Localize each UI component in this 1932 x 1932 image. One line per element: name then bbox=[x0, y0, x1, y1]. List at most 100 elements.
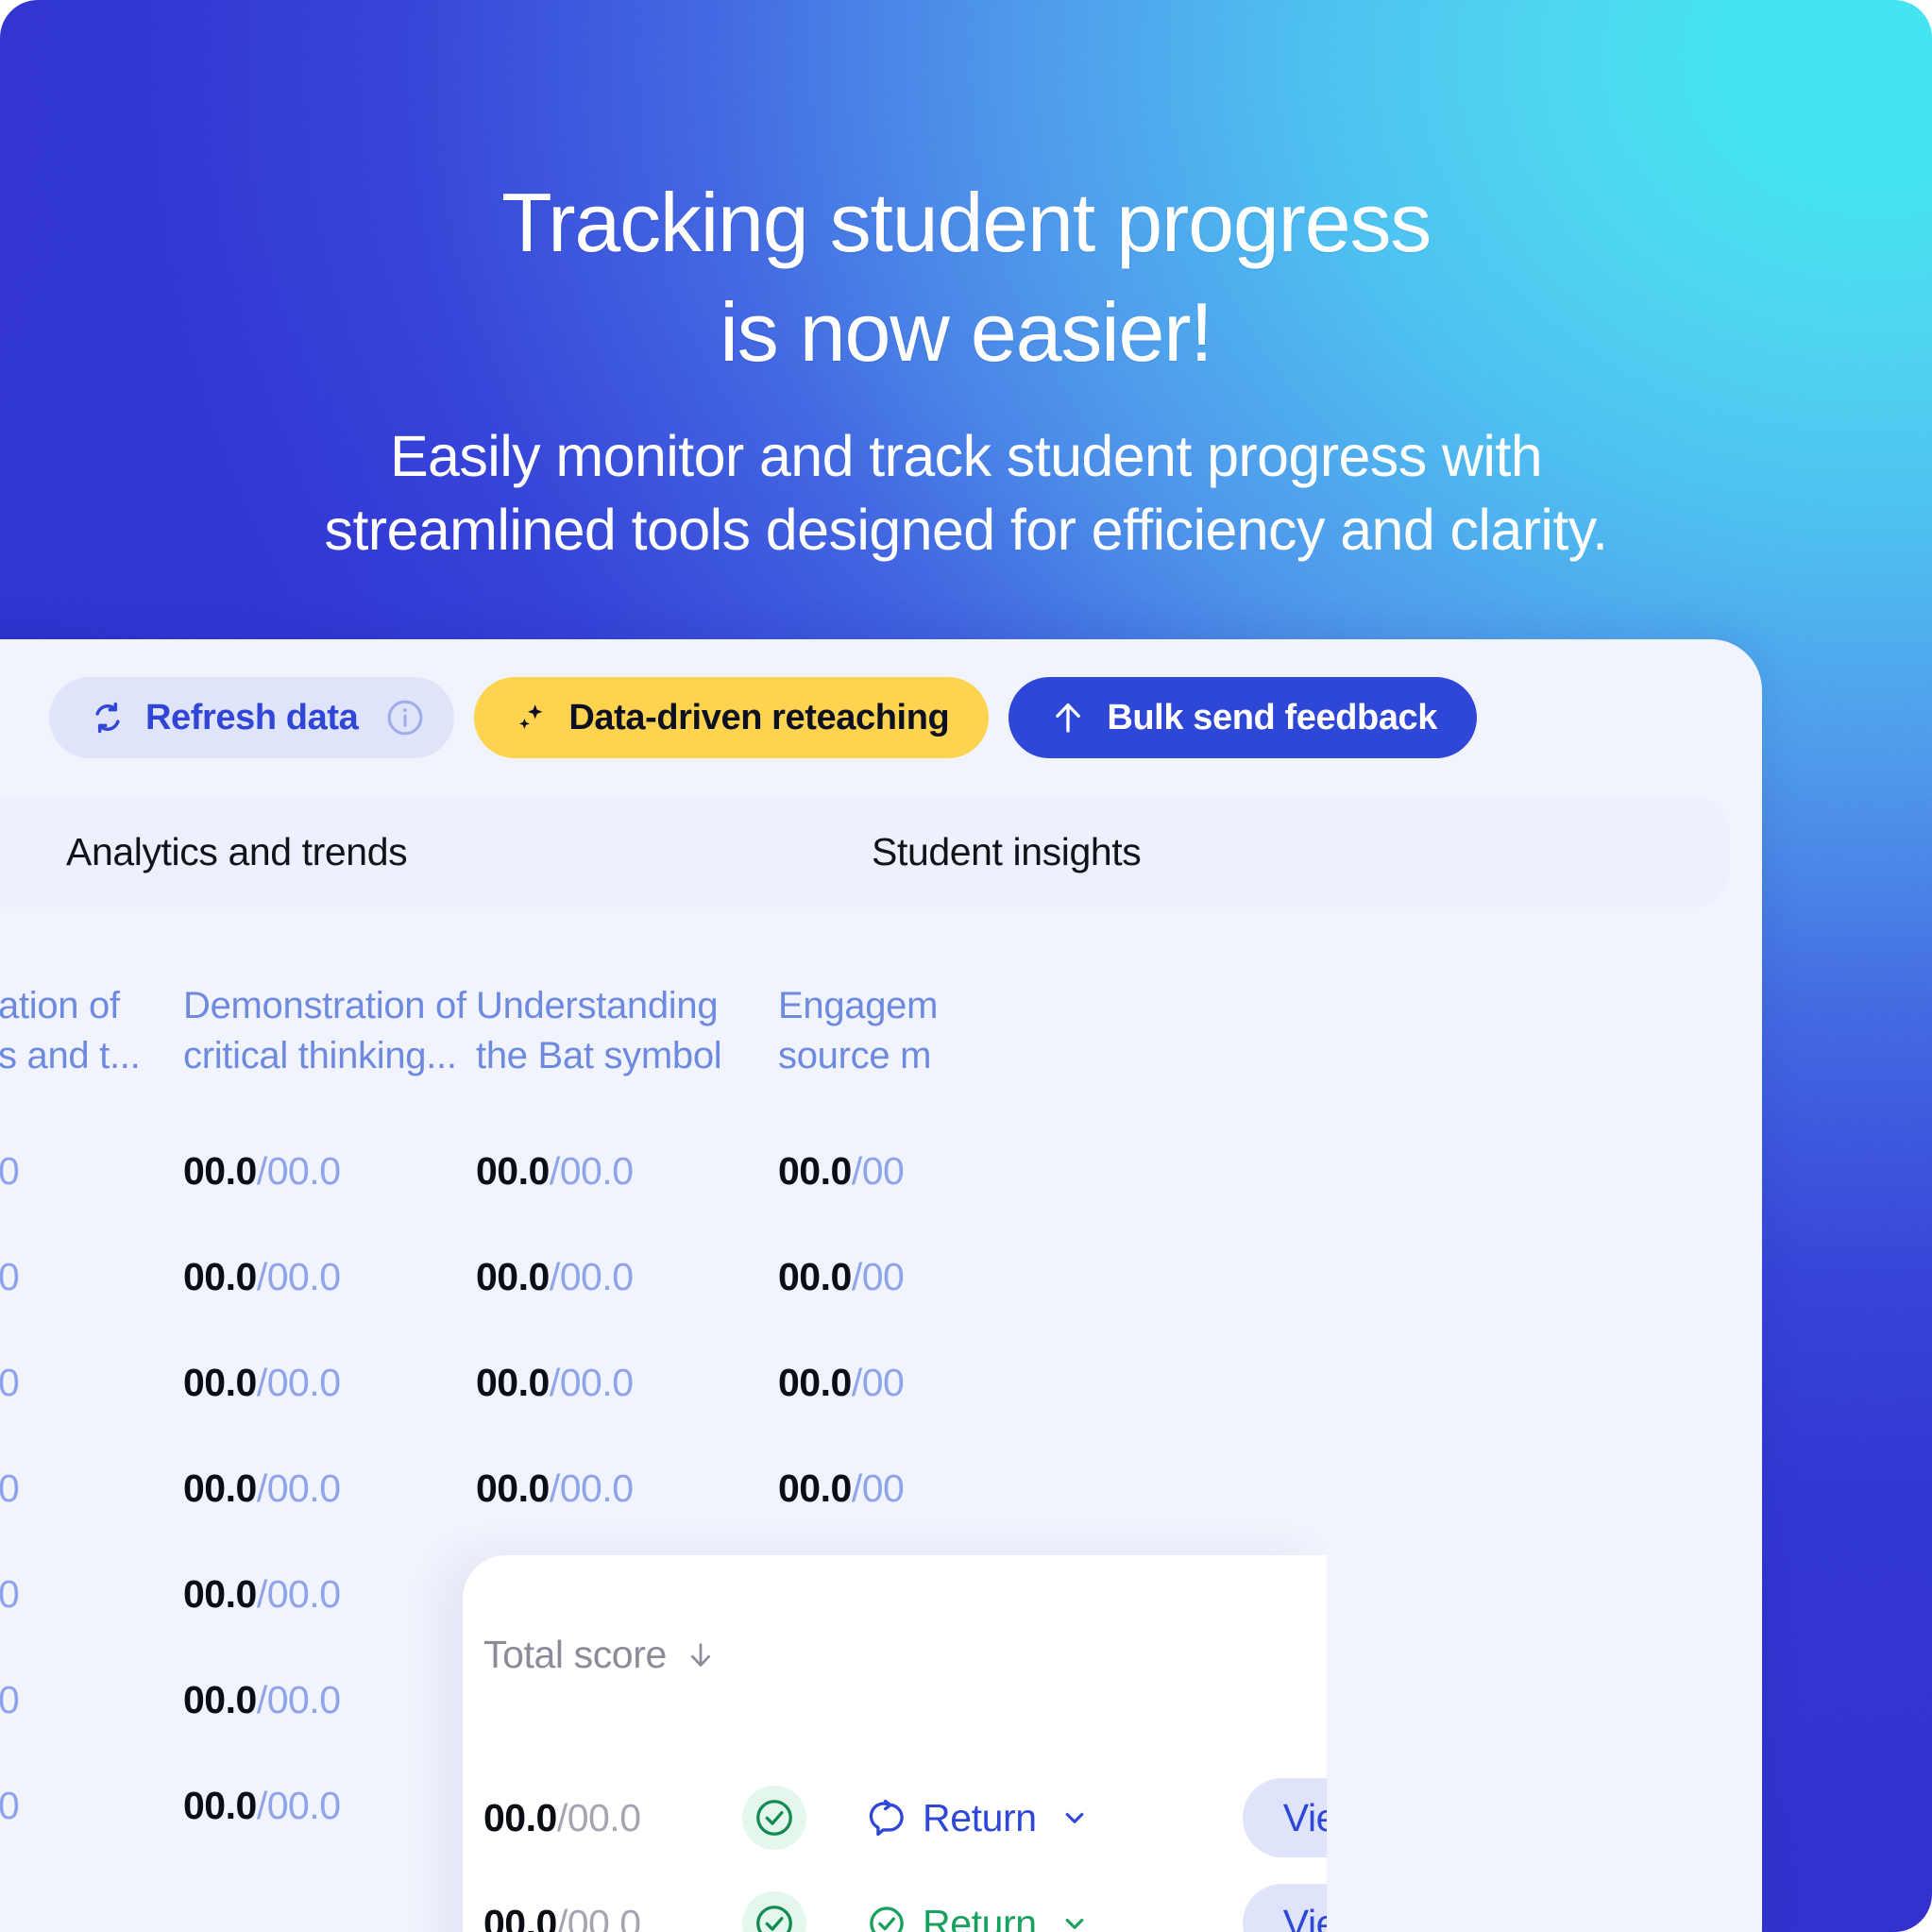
arrow-down-icon bbox=[684, 1638, 718, 1672]
column-header-understanding-bat-symbol[interactable]: Understanding the Bat symbol bbox=[476, 981, 722, 1081]
score-numerator: 00.0 bbox=[476, 1361, 550, 1404]
score-cell: 00.0/00 bbox=[778, 1149, 905, 1194]
score-numerator: 00.0 bbox=[183, 1784, 257, 1827]
total-score-cell: 00.0/00.0 bbox=[483, 1796, 641, 1840]
arrow-up-icon bbox=[1048, 698, 1088, 737]
score-numerator: 00.0 bbox=[183, 1678, 257, 1721]
score-denominator: /00.0 bbox=[256, 1149, 341, 1193]
column-header-line-1: Engagem bbox=[778, 985, 939, 1026]
table-row[interactable]: 000.0/00.000.0/00.000.0/00 bbox=[0, 1128, 1730, 1234]
hero-title: Tracking student progress is now easier! bbox=[0, 168, 1932, 387]
total-score-denominator: /00.0 bbox=[556, 1795, 641, 1839]
hero-subtitle-line-2: streamlined tools designed for efficienc… bbox=[324, 498, 1609, 562]
return-dropdown[interactable]: Return bbox=[867, 1902, 1091, 1932]
hero-title-line-2: is now easier! bbox=[720, 285, 1212, 379]
score-denominator: /00 bbox=[851, 1466, 905, 1510]
check-circle-icon bbox=[867, 1904, 907, 1932]
total-score-numerator: 00.0 bbox=[483, 1795, 557, 1839]
refresh-data-button[interactable]: Refresh data bbox=[48, 677, 455, 758]
tab-analytics-and-trends[interactable]: Analytics and trends bbox=[66, 830, 408, 874]
score-denominator: 0 bbox=[0, 1572, 20, 1616]
score-numerator: 00.0 bbox=[183, 1149, 257, 1193]
hero-title-line-1: Tracking student progress bbox=[500, 176, 1432, 269]
info-icon[interactable] bbox=[384, 697, 426, 738]
score-cell: 0 bbox=[0, 1678, 20, 1722]
column-header-line-1: ation of bbox=[0, 985, 120, 1026]
score-cell: 00.0/00.0 bbox=[183, 1572, 341, 1617]
column-header-line-2: critical thinking... bbox=[183, 1035, 457, 1076]
table-row[interactable]: 000.0/00.000.0/00.000.0/00 bbox=[0, 1446, 1730, 1551]
hero-subtitle-line-1: Easily monitor and track student progres… bbox=[389, 424, 1543, 488]
score-numerator: 00.0 bbox=[183, 1466, 257, 1510]
chevron-down-icon bbox=[1059, 1907, 1091, 1932]
total-score-denominator: /00.0 bbox=[556, 1901, 641, 1932]
insights-row[interactable]: 00.0/00.0 Return View bbox=[463, 1765, 1327, 1871]
score-numerator: 00.0 bbox=[183, 1255, 257, 1298]
score-denominator: /00.0 bbox=[256, 1784, 341, 1827]
table-row[interactable]: 000.0/00.000.0/00.000.0/00 bbox=[0, 1340, 1730, 1446]
insights-row[interactable]: 00.0/00.0 Return View bbox=[463, 1871, 1327, 1932]
total-score-column-header[interactable]: Total score bbox=[483, 1633, 718, 1677]
score-denominator: /00 bbox=[851, 1361, 905, 1404]
score-denominator: /00 bbox=[851, 1255, 905, 1298]
column-header-engagement-source-material[interactable]: Engagem source m bbox=[778, 981, 938, 1081]
score-cell: 00.0/00.0 bbox=[183, 1361, 341, 1405]
table-row[interactable]: 000.0/00.000.0/00.000.0/00 bbox=[0, 1234, 1730, 1340]
return-label: Return bbox=[923, 1901, 1037, 1932]
bulk-send-feedback-label: Bulk send feedback bbox=[1107, 697, 1438, 737]
score-denominator: /00.0 bbox=[256, 1678, 341, 1721]
score-denominator: 0 bbox=[0, 1678, 20, 1721]
score-denominator: /00 bbox=[851, 1149, 905, 1193]
score-denominator: /00.0 bbox=[256, 1466, 341, 1510]
score-numerator: 00.0 bbox=[778, 1361, 852, 1404]
score-denominator: 0 bbox=[0, 1149, 20, 1193]
toolbar: Refresh data Data-driven reteaching Bulk… bbox=[0, 677, 1762, 758]
column-header-demonstration-critical-thinking[interactable]: Demonstration of critical thinking... bbox=[183, 981, 466, 1081]
score-numerator: 00.0 bbox=[476, 1255, 550, 1298]
score-cell: 00.0/00.0 bbox=[476, 1149, 634, 1194]
panel-right-gutter bbox=[1327, 1555, 1356, 1932]
score-denominator: 0 bbox=[0, 1255, 20, 1298]
chevron-down-icon bbox=[1059, 1802, 1091, 1834]
score-denominator: /00.0 bbox=[549, 1466, 634, 1510]
score-denominator: /00.0 bbox=[256, 1255, 341, 1298]
score-cell: 0 bbox=[0, 1361, 20, 1405]
score-denominator: 0 bbox=[0, 1361, 20, 1404]
total-score-label: Total score bbox=[483, 1633, 667, 1676]
refresh-data-label: Refresh data bbox=[144, 697, 359, 737]
view-button[interactable]: View bbox=[1243, 1778, 1327, 1857]
score-numerator: 00.0 bbox=[476, 1149, 550, 1193]
score-numerator: 00.0 bbox=[183, 1361, 257, 1404]
score-cell: 00.0/00.0 bbox=[183, 1149, 341, 1194]
score-denominator: /00.0 bbox=[549, 1255, 634, 1298]
column-header-line-1: Understanding bbox=[476, 985, 719, 1026]
return-dropdown[interactable]: Return bbox=[867, 1796, 1091, 1840]
student-insights-panel: Total score 00.0/00.0ReturnView00.0/00.0… bbox=[463, 1555, 1327, 1932]
bulk-send-feedback-button[interactable]: Bulk send feedback bbox=[1008, 677, 1478, 758]
data-driven-reteaching-button[interactable]: Data-driven reteaching bbox=[474, 677, 990, 758]
score-numerator: 00.0 bbox=[778, 1255, 852, 1298]
score-denominator: /00.0 bbox=[549, 1361, 634, 1404]
tab-student-insights[interactable]: Student insights bbox=[872, 830, 1142, 874]
data-driven-reteaching-label: Data-driven reteaching bbox=[568, 697, 950, 737]
score-numerator: 00.0 bbox=[183, 1572, 257, 1616]
screenshot-root: Tracking student progress is now easier!… bbox=[0, 0, 1932, 1932]
sparkle-icon bbox=[514, 700, 550, 736]
score-denominator: /00.0 bbox=[256, 1361, 341, 1404]
score-cell: 0 bbox=[0, 1149, 20, 1194]
total-score-cell: 00.0/00.0 bbox=[483, 1902, 641, 1932]
refresh-icon bbox=[89, 699, 127, 737]
column-header-line-2: source m bbox=[778, 1035, 932, 1076]
score-cell: 0 bbox=[0, 1466, 20, 1511]
score-cell: 00.0/00 bbox=[778, 1255, 905, 1299]
score-denominator: 0 bbox=[0, 1784, 20, 1827]
score-cell: 00.0/00.0 bbox=[476, 1466, 634, 1511]
score-numerator: 00.0 bbox=[476, 1466, 550, 1510]
column-header-participation[interactable]: ation of s and t... bbox=[0, 981, 141, 1081]
score-cell: 00.0/00.0 bbox=[183, 1678, 341, 1722]
column-header-line-1: Demonstration of bbox=[183, 985, 466, 1026]
score-denominator: /00.0 bbox=[256, 1572, 341, 1616]
view-button[interactable]: View bbox=[1243, 1884, 1327, 1932]
score-numerator: 00.0 bbox=[778, 1149, 852, 1193]
score-denominator: 0 bbox=[0, 1466, 20, 1510]
